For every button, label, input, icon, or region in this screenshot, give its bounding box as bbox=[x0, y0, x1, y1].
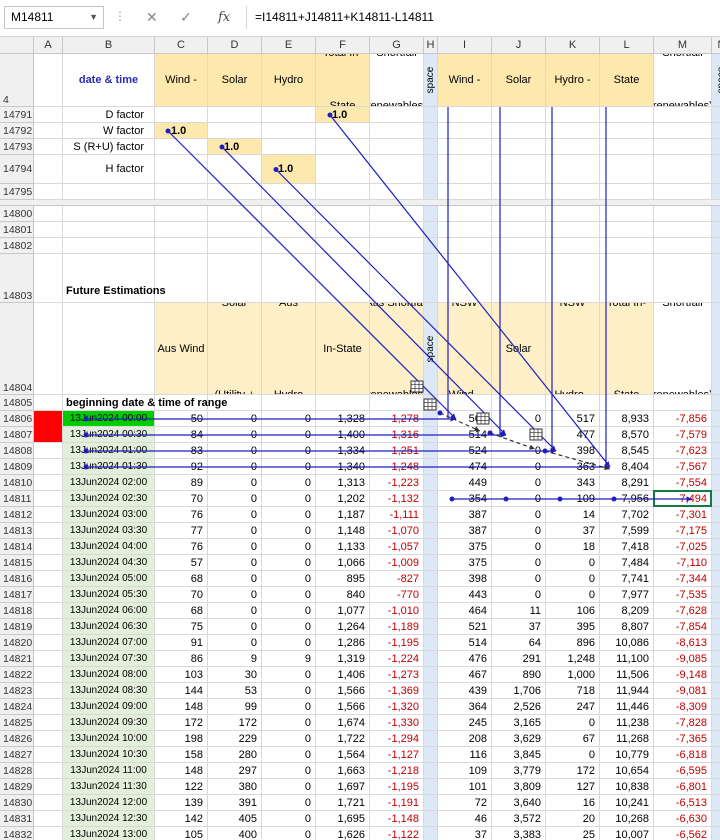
more-options-icon[interactable]: ⋮ bbox=[114, 9, 126, 23]
name-box[interactable]: M14811 ▼ bbox=[4, 6, 104, 29]
formula-input[interactable]: =I14811+J14811+K14811-L14811 bbox=[246, 6, 718, 29]
enter-icon[interactable]: ✓ bbox=[180, 9, 192, 26]
trace-dot bbox=[487, 430, 493, 436]
trace-dot bbox=[557, 496, 563, 502]
insert-function-icon[interactable]: fx bbox=[218, 10, 230, 25]
trace-dot bbox=[219, 144, 225, 150]
trace-dot bbox=[83, 448, 89, 454]
trace-dot bbox=[83, 432, 89, 438]
trace-arrow-line bbox=[329, 114, 611, 468]
trace-dot bbox=[542, 448, 548, 454]
trace-dot bbox=[437, 410, 443, 416]
chevron-down-icon[interactable]: ▼ bbox=[89, 7, 98, 28]
trace-dot bbox=[449, 496, 455, 502]
trace-dot bbox=[273, 167, 279, 172]
formula-bar: M14811 ▼ ⋮ ✕ ✓ fx =I14811+J14811+K14811-L… bbox=[0, 0, 720, 37]
trace-arrow-line bbox=[167, 130, 457, 420]
arrowhead bbox=[529, 444, 535, 450]
trace-dot bbox=[503, 496, 509, 502]
cancel-icon[interactable]: ✕ bbox=[146, 9, 158, 26]
trace-dot bbox=[83, 416, 89, 422]
worksheet-icon bbox=[423, 398, 437, 411]
trace-arrow-line bbox=[275, 169, 557, 452]
spreadsheet-grid: ABCDEFGHIJKLMN4date & timeS. Aus Wind - … bbox=[0, 37, 720, 840]
trace-dot bbox=[83, 464, 89, 470]
trace-arrow-line bbox=[489, 432, 536, 450]
trace-arrow-line bbox=[221, 146, 507, 436]
trace-dot bbox=[611, 496, 617, 502]
worksheet-icon bbox=[476, 412, 490, 425]
worksheet-icon bbox=[410, 380, 424, 393]
name-box-value: M14811 bbox=[11, 10, 54, 24]
trace-dot bbox=[327, 112, 333, 118]
arrowhead bbox=[686, 496, 692, 502]
trace-arrow-line bbox=[544, 450, 611, 470]
worksheet-icon bbox=[529, 428, 543, 441]
trace-arrows bbox=[83, 107, 692, 502]
trace-arrow-line bbox=[439, 412, 481, 432]
trace-dot bbox=[165, 128, 171, 134]
